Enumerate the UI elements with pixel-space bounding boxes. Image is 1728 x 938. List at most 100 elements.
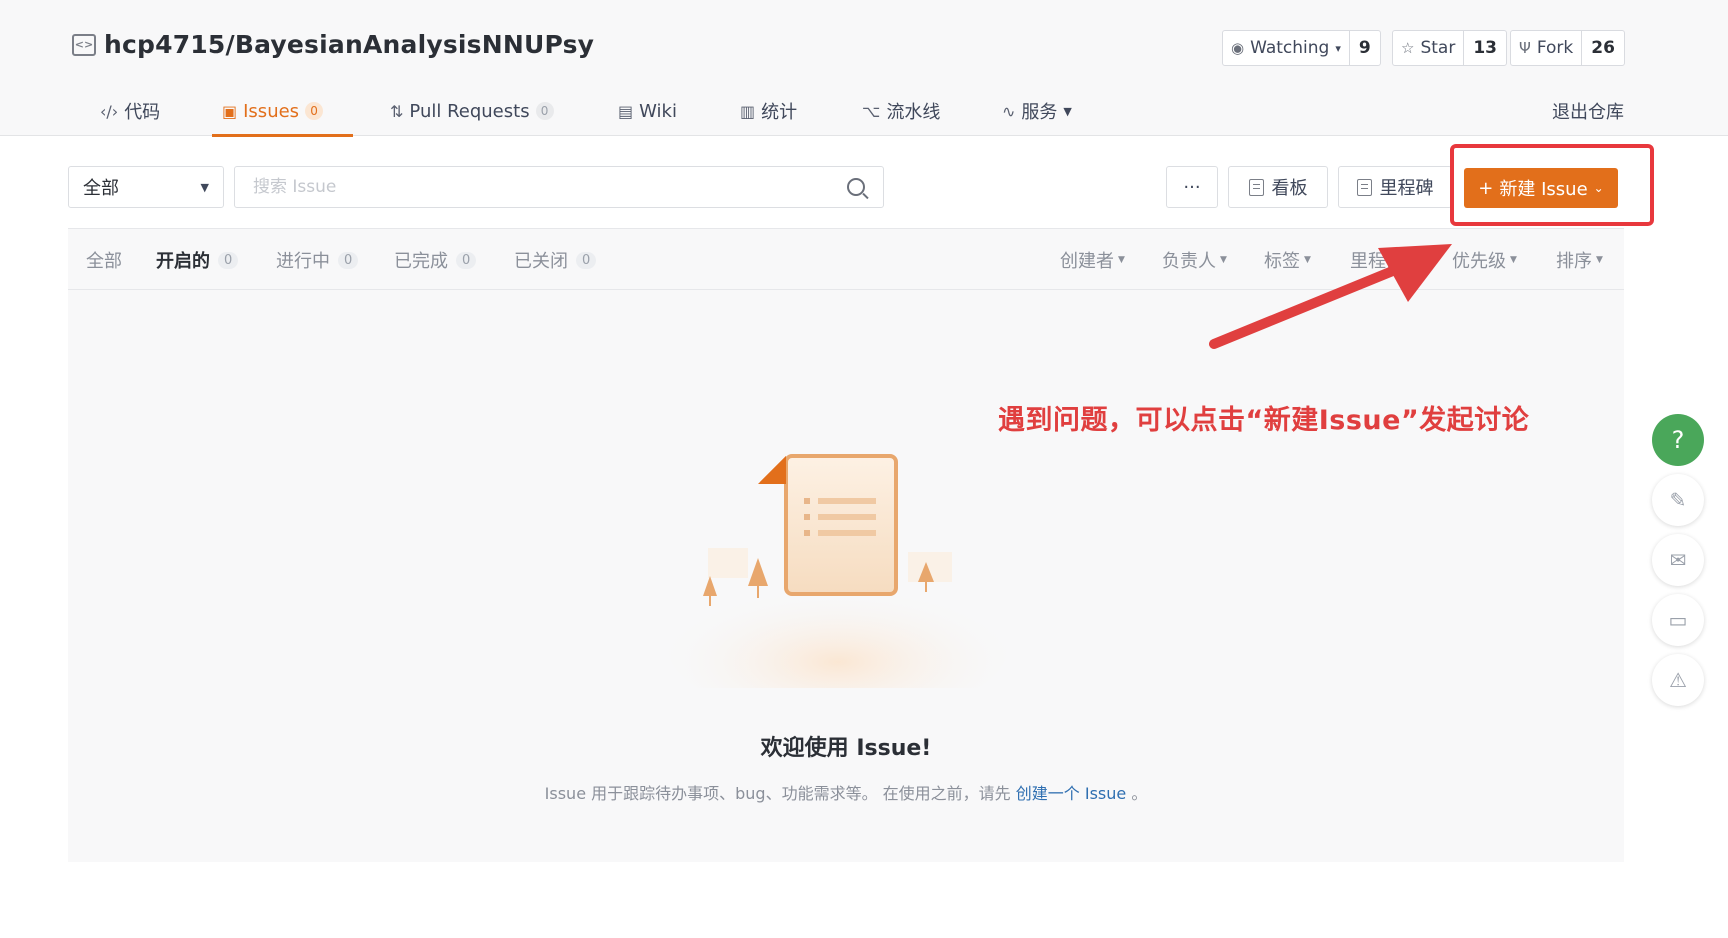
fork-group: Ψ Fork 26 (1510, 30, 1625, 66)
empty-state-title: 欢迎使用 Issue! (760, 736, 932, 761)
fork-label: Fork (1536, 38, 1574, 58)
chat-button[interactable]: ▭ (1652, 594, 1704, 646)
mail-button[interactable]: ✉ (1652, 534, 1704, 586)
board-label: 看板 (1271, 178, 1308, 199)
fork-icon: Ψ (1519, 39, 1531, 57)
watching-label: Watching (1250, 38, 1330, 58)
star-icon: ☆ (1401, 39, 1415, 57)
caret-down-icon: ▼ (1063, 104, 1072, 118)
filter-tab-closed[interactable]: 已关闭 0 (514, 229, 597, 291)
empty-desc-suffix: 。 (1131, 784, 1148, 803)
empty-state-description: Issue 用于跟踪待办事项、bug、功能需求等。 在使用之前，请先 创建一个 … (68, 780, 1624, 804)
service-icon: ∿ (1002, 101, 1016, 121)
fork-button[interactable]: Ψ Fork (1511, 31, 1583, 65)
tab-pull-requests-label: Pull Requests (409, 100, 530, 122)
tab-issues-label: Issues (243, 100, 300, 122)
feedback-edit-button[interactable]: ✎ (1652, 474, 1704, 526)
chat-icon: ▭ (1668, 608, 1688, 632)
caret-down-icon: ▼ (1510, 255, 1517, 265)
caret-down-icon: ▼ (1118, 255, 1125, 265)
watching-count[interactable]: 9 (1350, 31, 1380, 65)
repo-title: <> hcp4715/BayesianAnalysisNNUPsy (72, 30, 594, 59)
tab-wiki-label: Wiki (639, 100, 677, 122)
pull-request-icon: ⇅ (390, 101, 404, 121)
annotation-highlight-box (1450, 144, 1654, 226)
tab-code[interactable]: ‹/› 代码 (100, 86, 160, 136)
caret-down-icon: ▼ (1596, 255, 1603, 265)
tab-pipeline-label: 流水线 (886, 102, 941, 123)
milestone-button[interactable]: 里程碑 (1338, 166, 1452, 208)
report-button[interactable]: ⚠ (1652, 654, 1704, 706)
filter-sort-label: 创建者 (1060, 251, 1114, 272)
filter-tab-count: 0 (338, 251, 359, 269)
filter-tab-label: 已关闭 (514, 251, 568, 272)
repo-header: <> hcp4715/BayesianAnalysisNNUPsy ◉ Watc… (0, 0, 1728, 137)
filter-tab-count: 0 (218, 251, 239, 269)
scope-select[interactable]: 全部 ▼ (68, 166, 224, 208)
filter-tab-label: 进行中 (276, 251, 330, 272)
tab-code-label: 代码 (124, 102, 161, 123)
tab-wiki[interactable]: ▤ Wiki (618, 86, 677, 136)
tab-stats[interactable]: ▥ 统计 (740, 86, 797, 136)
filter-tab-label: 开启的 (156, 251, 210, 272)
star-button[interactable]: ☆ Star (1393, 31, 1465, 65)
fork-count[interactable]: 26 (1582, 31, 1624, 65)
filter-tab-in-progress[interactable]: 进行中 0 (276, 229, 359, 291)
watching-button[interactable]: ◉ Watching ▾ (1223, 31, 1350, 65)
milestone-icon (1356, 178, 1372, 196)
watching-group: ◉ Watching ▾ 9 (1222, 30, 1381, 66)
more-icon: ··· (1183, 176, 1201, 198)
repo-name[interactable]: hcp4715/BayesianAnalysisNNUPsy (104, 30, 594, 59)
tab-pipeline[interactable]: ⌥ 流水线 (862, 86, 940, 136)
wiki-icon: ▤ (618, 101, 634, 121)
filter-tab-count: 0 (456, 251, 477, 269)
tab-service-label: 服务 (1021, 102, 1058, 123)
code-repo-icon: <> (72, 33, 96, 56)
filter-tab-done[interactable]: 已完成 0 (394, 229, 477, 291)
filter-sort[interactable]: 排序 ▼ (1556, 229, 1603, 291)
star-group: ☆ Star 13 (1392, 30, 1507, 66)
star-label: Star (1420, 38, 1456, 58)
issue-toolbar: 全部 ▼ ··· 看板 里程碑 + 新建 Issue ⌄ (68, 166, 1624, 210)
tab-pull-requests[interactable]: ⇅ Pull Requests 0 (390, 86, 554, 136)
star-count[interactable]: 13 (1464, 31, 1506, 65)
caret-down-icon: ▼ (200, 180, 209, 194)
pipeline-icon: ⌥ (862, 101, 881, 121)
filter-tab-count: 0 (576, 251, 597, 269)
board-button[interactable]: 看板 (1228, 166, 1328, 208)
empty-issue-illustration (668, 454, 1008, 688)
annotation-text: 遇到问题，可以点击“新建Issue”发起讨论 (998, 405, 1530, 436)
warning-icon: ⚠ (1669, 668, 1687, 692)
exit-repo-link[interactable]: 退出仓库 (1552, 86, 1624, 136)
edit-icon: ✎ (1669, 488, 1687, 512)
filter-tab-open[interactable]: 开启的 0 (156, 229, 239, 291)
filter-creator[interactable]: 创建者 ▼ (1060, 229, 1125, 291)
chevron-down-icon: ▾ (1335, 41, 1341, 55)
code-icon: ‹/› (100, 101, 119, 121)
create-issue-link[interactable]: 创建一个 Issue (1016, 784, 1126, 803)
tab-pull-requests-badge: 0 (535, 102, 554, 120)
empty-desc-prefix: Issue 用于跟踪待办事项、bug、功能需求等。 在使用之前，请先 (544, 784, 1011, 803)
scope-select-value: 全部 (83, 178, 119, 199)
tab-service[interactable]: ∿ 服务 ▼ (1002, 86, 1072, 136)
more-button[interactable]: ··· (1166, 166, 1218, 208)
board-icon (1248, 178, 1264, 196)
tab-issues-badge: 0 (305, 102, 324, 120)
filter-tab-label: 全部 (86, 251, 122, 272)
filter-tab-label: 已完成 (394, 251, 448, 272)
repo-nav: ‹/› 代码 ▣ Issues 0 ⇅ Pull Requests 0 ▤ Wi… (0, 86, 1728, 137)
tab-issues[interactable]: ▣ Issues 0 (211, 86, 354, 137)
filter-sort-label: 排序 (1556, 251, 1592, 272)
stats-icon: ▥ (740, 101, 756, 121)
help-button[interactable]: ? (1652, 414, 1704, 466)
search-icon[interactable] (847, 178, 865, 196)
filter-sort-label: 优先级 (1452, 251, 1506, 272)
annotation-arrow (1209, 244, 1452, 349)
filter-priority[interactable]: 优先级 ▼ (1452, 229, 1517, 291)
filter-tab-all[interactable]: 全部 (86, 229, 122, 291)
milestone-label: 里程碑 (1379, 178, 1434, 199)
help-icon: ? (1671, 426, 1685, 454)
search-input[interactable] (253, 177, 847, 197)
eye-icon: ◉ (1231, 39, 1245, 57)
tab-stats-label: 统计 (761, 102, 798, 123)
